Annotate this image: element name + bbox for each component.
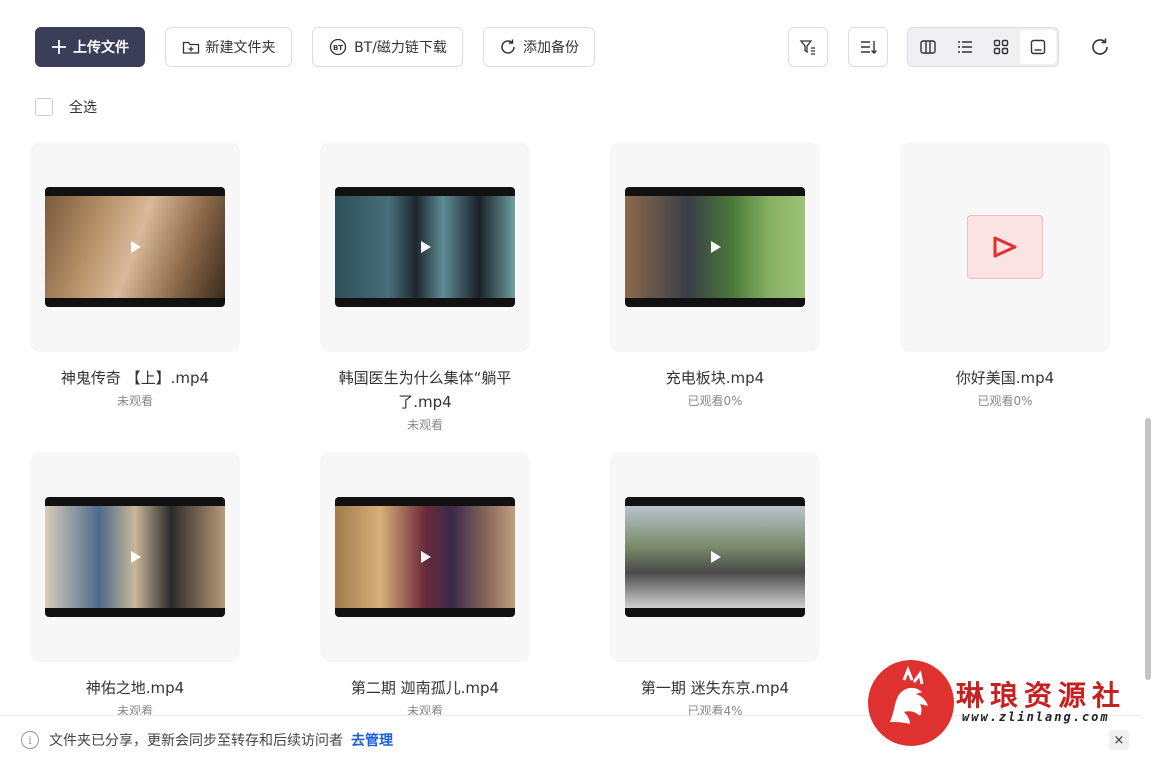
watch-status: 未观看	[406, 418, 443, 432]
select-all-checkbox[interactable]	[35, 98, 53, 116]
dragon-icon	[890, 665, 928, 724]
video-thumbnail	[625, 187, 805, 307]
file-card[interactable]: 第二期 迦南孤儿.mp4 未观看	[320, 452, 530, 719]
columns-icon	[920, 40, 936, 54]
file-thumbnail[interactable]	[30, 452, 240, 662]
manage-link[interactable]: 去管理	[351, 730, 393, 750]
thumbnail-icon	[1030, 39, 1045, 55]
play-icon	[421, 241, 431, 253]
file-thumbnail[interactable]	[320, 452, 530, 662]
plus-icon	[52, 40, 66, 54]
file-thumbnail[interactable]	[30, 142, 240, 352]
file-name[interactable]: 神佑之地.mp4	[30, 676, 240, 700]
watch-status: 已观看0%	[977, 394, 1033, 408]
video-thumbnail	[335, 187, 515, 307]
watch-status: 未观看	[116, 394, 153, 408]
add-backup-button-label: 添加备份	[523, 40, 579, 56]
file-card[interactable]: 充电板块.mp4 已观看0%	[610, 142, 820, 409]
add-backup-button[interactable]: 添加备份	[483, 27, 595, 67]
view-list-button[interactable]	[947, 30, 984, 64]
bt-download-button-label: BT/磁力链下载	[354, 40, 447, 56]
play-icon	[131, 241, 141, 253]
file-card[interactable]: 第一期 迷失东京.mp4 已观看4%	[610, 452, 820, 719]
watermark-logo	[868, 660, 954, 746]
refresh-icon	[1092, 38, 1108, 55]
file-thumbnail[interactable]	[610, 452, 820, 662]
toolbar: 上传文件 新建文件夹 BT BT/磁力链下载 添加备份	[0, 0, 1154, 90]
grid-icon	[994, 39, 1009, 55]
play-icon	[421, 551, 431, 563]
video-thumbnail	[45, 497, 225, 617]
sort-icon	[861, 41, 877, 54]
new-folder-button-label: 新建文件夹	[205, 40, 276, 56]
sync-icon	[501, 39, 515, 54]
file-name[interactable]: 韩国医生为什么集体“躺平了.mp4	[320, 366, 530, 414]
play-icon	[711, 551, 721, 563]
watch-status: 已观看0%	[687, 394, 743, 408]
file-name[interactable]: 神鬼传奇 【上】.mp4	[30, 366, 240, 390]
file-thumbnail[interactable]	[900, 142, 1110, 352]
view-thumbnail-button[interactable]	[1019, 30, 1056, 64]
watermark-title: 琳琅资源社	[956, 679, 1127, 712]
watermark: 琳琅资源社 www.zlinlang.com	[868, 660, 1138, 750]
new-folder-button[interactable]: 新建文件夹	[165, 27, 292, 67]
view-mode-switcher	[907, 27, 1059, 67]
upload-button[interactable]: 上传文件	[35, 27, 145, 67]
file-card[interactable]: 神佑之地.mp4 未观看	[30, 452, 240, 719]
share-notice-text: 文件夹已分享，更新会同步至转存和后续访问者	[49, 733, 343, 749]
bt-download-button[interactable]: BT BT/磁力链下载	[312, 27, 463, 67]
filter-icon	[799, 40, 815, 55]
filter-button[interactable]	[788, 27, 828, 67]
select-all-row: 全选	[35, 97, 97, 117]
svg-text:BT: BT	[333, 44, 343, 52]
file-name[interactable]: 第一期 迷失东京.mp4	[610, 676, 820, 700]
view-grid-button[interactable]	[983, 30, 1020, 64]
file-thumbnail[interactable]	[610, 142, 820, 352]
folder-plus-icon	[182, 41, 199, 54]
play-icon	[131, 551, 141, 563]
file-card[interactable]: 神鬼传奇 【上】.mp4 未观看	[30, 142, 240, 409]
upload-button-label: 上传文件	[73, 40, 129, 56]
scrollbar-thumb[interactable]	[1145, 418, 1151, 680]
bt-icon: BT	[329, 38, 347, 56]
sort-button[interactable]	[848, 27, 888, 67]
watermark-url: www.zlinlang.com	[962, 710, 1110, 724]
select-all-label: 全选	[69, 100, 97, 116]
view-columns-button[interactable]	[910, 30, 947, 64]
play-icon	[993, 236, 1017, 258]
file-card[interactable]: 韩国医生为什么集体“躺平了.mp4 未观看	[320, 142, 530, 433]
video-file-icon	[967, 215, 1043, 279]
file-thumbnail[interactable]	[320, 142, 530, 352]
list-icon	[957, 41, 972, 53]
file-name[interactable]: 第二期 迦南孤儿.mp4	[320, 676, 530, 700]
video-thumbnail	[335, 497, 515, 617]
refresh-button[interactable]	[1087, 34, 1113, 60]
file-card[interactable]: 你好美国.mp4 已观看0%	[900, 142, 1110, 409]
info-icon: i	[21, 731, 39, 749]
video-thumbnail	[45, 187, 225, 307]
video-thumbnail	[625, 497, 805, 617]
file-name[interactable]: 充电板块.mp4	[610, 366, 820, 390]
play-icon	[711, 241, 721, 253]
file-name[interactable]: 你好美国.mp4	[900, 366, 1110, 390]
